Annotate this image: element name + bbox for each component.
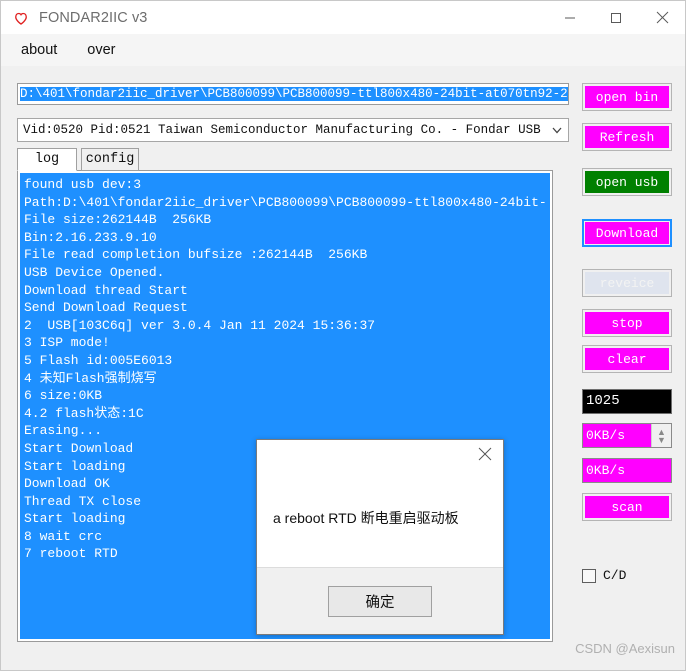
window-title: FONDAR2IIC v3 [39, 9, 148, 26]
button-label: open usb [585, 171, 669, 193]
log-line: Path:D:\401\fondar2iic_driver\PCB800099\… [24, 194, 546, 210]
file-path-value: D:\401\fondar2iic_driver\PCB800099\PCB80… [20, 87, 568, 101]
menu-bar: about over [1, 34, 685, 66]
usb-device-value: Vid:0520 Pid:0521 Taiwan Semiconductor M… [23, 123, 546, 137]
tab-config[interactable]: config [81, 148, 139, 171]
cd-checkbox-label: C/D [603, 568, 627, 583]
button-label: clear [585, 348, 669, 370]
watermark: CSDN @Aexisun [575, 641, 675, 656]
spinner-down-icon[interactable]: ▼ [657, 435, 666, 444]
title-bar: FONDAR2IIC v3 [1, 1, 685, 34]
message-dialog: a reboot RTD 断电重启驱动板 确定 [256, 439, 504, 635]
chevron-down-icon [546, 124, 568, 136]
rate-spinner-value: 0KB/s [583, 424, 651, 447]
log-line: 4.2 flash状态:1C [24, 405, 144, 421]
log-line: 4 未知Flash强制烧写 [24, 370, 157, 386]
window-controls [547, 1, 685, 34]
close-button[interactable] [639, 1, 685, 34]
button-reveice: reveice [582, 269, 672, 297]
log-line: File read completion bufsize :262144B 25… [24, 247, 368, 263]
button-open-usb[interactable]: open usb [582, 168, 672, 196]
log-line: Send Download Request [24, 300, 188, 316]
button-open-bin[interactable]: open bin [582, 83, 672, 111]
button-download[interactable]: Download [582, 219, 672, 247]
minimize-button[interactable] [547, 1, 593, 34]
heart-icon [11, 8, 31, 28]
usb-device-combo[interactable]: Vid:0520 Pid:0521 Taiwan Semiconductor M… [17, 118, 569, 142]
log-line: File size:262144B 256KB [24, 212, 212, 228]
tab-log[interactable]: log [17, 148, 77, 171]
log-line: 6 size:0KB [24, 388, 103, 404]
button-label: open bin [585, 86, 669, 108]
button-label: Refresh [585, 126, 669, 148]
dialog-close-icon[interactable] [467, 440, 503, 468]
button-label: Download [585, 222, 669, 244]
menu-item-about[interactable]: about [13, 39, 65, 61]
file-path-input[interactable]: D:\401\fondar2iic_driver\PCB800099\PCB80… [17, 83, 569, 105]
log-line: Erasing... [24, 423, 103, 439]
log-line: 2 USB[103C6q] ver 3.0.4 Jan 11 2024 15:3… [24, 317, 376, 333]
cd-checkbox[interactable] [582, 568, 596, 583]
cd-checkbox-row[interactable]: C/D [582, 568, 626, 583]
counter-field[interactable]: 1025 [582, 389, 672, 414]
button-label: stop [585, 312, 669, 334]
spinner-buttons[interactable]: ▲ ▼ [651, 424, 671, 447]
maximize-button[interactable] [593, 1, 639, 34]
button-scan[interactable]: scan [582, 493, 672, 521]
button-refresh[interactable]: Refresh [582, 123, 672, 151]
button-clear[interactable]: clear [582, 345, 672, 373]
dialog-message: a reboot RTD 断电重启驱动板 [273, 510, 459, 526]
menu-item-over[interactable]: over [79, 39, 123, 61]
log-line: Bin:2.16.233.9.10 [24, 229, 157, 245]
log-line: USB Device Opened. [24, 264, 165, 280]
dialog-footer: 确定 [257, 567, 503, 634]
application-window: FONDAR2IIC v3 about over D:\401\fondar2i… [0, 0, 686, 671]
client-area: D:\401\fondar2iic_driver\PCB800099\PCB80… [1, 66, 685, 670]
log-line: Download thread Start [24, 282, 188, 298]
log-line: 3 ISP mode! [24, 335, 110, 351]
button-label: reveice [585, 272, 669, 294]
log-line: 5 Flash id:005E6013 [24, 352, 173, 368]
rate-spinner-field[interactable]: 0KB/s ▲ ▼ [582, 423, 672, 448]
dialog-ok-button[interactable]: 确定 [328, 585, 432, 617]
log-line: found usb dev:3 [24, 177, 142, 192]
dialog-body: a reboot RTD 断电重启驱动板 [257, 468, 503, 568]
button-label: scan [585, 496, 669, 518]
tab-strip: log config [17, 148, 553, 171]
rate-field[interactable]: 0KB/s [582, 458, 672, 483]
button-stop[interactable]: stop [582, 309, 672, 337]
